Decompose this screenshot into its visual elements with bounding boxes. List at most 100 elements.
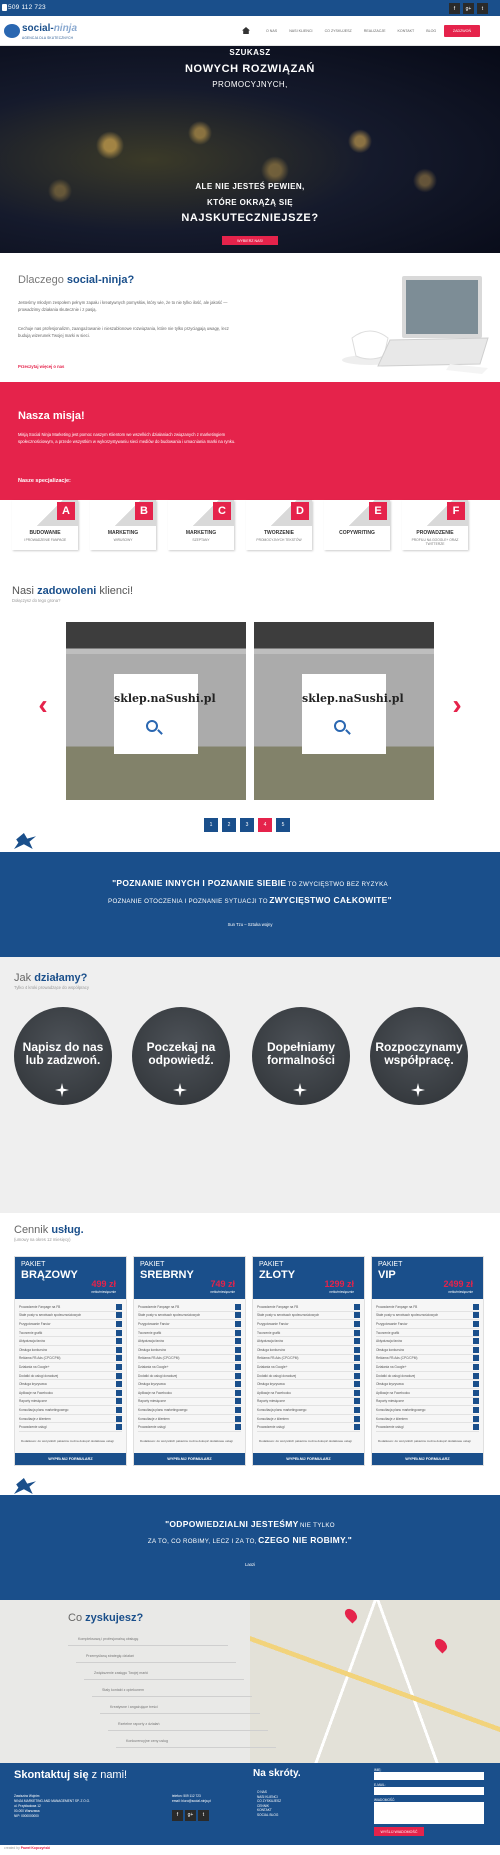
package-period: netto/miesięcznie <box>448 1290 473 1294</box>
check-icon <box>235 1424 241 1431</box>
magnifier-icon <box>146 720 158 732</box>
spec-card-f[interactable]: F PROWADZENIE PROFILU NA GOOGLE+ ORAZ TWIT… <box>402 500 468 550</box>
feature-row: Aplikacje na Facebooku <box>257 1389 360 1398</box>
feature-row: Przygotowanie Fanów <box>138 1320 241 1329</box>
spec-card-d[interactable]: D TWORZENIE PROMOCYJNYCH TEKSTÓW <box>246 500 312 550</box>
page-1[interactable]: 1 <box>204 818 218 832</box>
contact-form: IMIĘ: E-MAIL: WIADOMOŚĆ: <box>374 1768 484 1827</box>
page-3[interactable]: 3 <box>240 818 254 832</box>
send-message-button[interactable]: WYŚLIJ WIADOMOŚĆ <box>374 1827 424 1836</box>
shuriken-icon <box>55 1083 69 1097</box>
feature-row: Dodatki do usługi doradczej <box>376 1372 479 1381</box>
check-icon <box>235 1303 241 1310</box>
logo-text[interactable]: social-ninja <box>22 23 77 34</box>
spec-card-e[interactable]: E COPYWRITING <box>324 500 390 550</box>
benefits-title: Co zyskujesz? <box>68 1612 144 1624</box>
google-plus-icon[interactable]: g+ <box>463 3 474 14</box>
call-button[interactable]: ZADZWOŃ <box>444 25 480 37</box>
message-field[interactable] <box>374 1802 484 1824</box>
spec-card-a[interactable]: A BUDOWANIE I PROWADZENIE FANPAGE <box>12 500 78 550</box>
check-icon <box>235 1338 241 1345</box>
feature-row: Konsultacje z klientem <box>376 1415 479 1424</box>
nav-item-blog[interactable]: BLOG <box>426 29 436 33</box>
facebook-icon[interactable]: f <box>449 3 460 14</box>
home-icon[interactable] <box>242 27 250 34</box>
carousel-next-arrow[interactable]: › <box>448 689 466 720</box>
feature-row: Obsługa kryzysowa <box>257 1380 360 1389</box>
google-plus-icon[interactable]: g+ <box>185 1810 196 1821</box>
logo-icon[interactable] <box>4 24 20 38</box>
nav-item-clients[interactable]: NASI KLIENCI <box>289 29 312 33</box>
fill-form-button[interactable]: WYPEŁNIJ FORMULARZ <box>15 1453 126 1465</box>
client-logo: sklep.naSushi.pl <box>114 674 216 754</box>
nav-item-contact[interactable]: KONTAKT <box>398 29 415 33</box>
page-5[interactable]: 5 <box>276 818 290 832</box>
check-icon <box>354 1312 360 1319</box>
page-2[interactable]: 2 <box>222 818 236 832</box>
fill-form-button[interactable]: WYPEŁNIJ FORMULARZ <box>253 1453 364 1465</box>
twitter-icon[interactable]: t <box>477 3 488 14</box>
magnifier-icon <box>334 720 346 732</box>
check-icon <box>473 1424 479 1431</box>
ninja-icon <box>14 833 36 849</box>
name-field[interactable] <box>374 1772 484 1780</box>
social-links: f g+ t <box>449 3 488 14</box>
main-nav: social-ninja AGENCJA DLA SKUTECZNYCH O N… <box>0 16 500 46</box>
spec-card-c[interactable]: C MARKETING SZEPTANY <box>168 500 234 550</box>
laptop-image <box>342 276 489 374</box>
choose-us-button[interactable]: WYBIERZ NAS! <box>222 236 278 245</box>
facebook-icon[interactable]: f <box>172 1810 183 1821</box>
email-field[interactable] <box>374 1787 484 1795</box>
feature-row: Tworzenie grafik <box>19 1329 122 1338</box>
feature-row: Stałe posty w serwisach społecznościowyc… <box>257 1312 360 1321</box>
pricing-title: Cennik usług. <box>14 1224 84 1236</box>
benefit-divider <box>68 1645 228 1646</box>
package-label: PAKIET <box>378 1261 403 1268</box>
check-icon <box>116 1406 122 1413</box>
twitter-icon[interactable]: t <box>198 1810 209 1821</box>
feature-row: Konsultacja planu marketingowego <box>376 1406 479 1415</box>
feature-row: Przygotowanie Fanów <box>257 1320 360 1329</box>
check-icon <box>473 1312 479 1319</box>
shortcut-link[interactable]: SOCIAL BLOG <box>257 1813 281 1818</box>
client-slide[interactable]: sklep.naSushi.pl <box>66 622 246 800</box>
feature-row: Konsultacja planu marketingowego <box>257 1406 360 1415</box>
check-icon <box>116 1381 122 1388</box>
check-icon <box>354 1372 360 1379</box>
check-icon <box>116 1338 122 1345</box>
ninja-icon <box>14 1478 36 1494</box>
quote-line-2: ZA TO, CO ROBIMY, LECZ I ZA TO, CZEGO NI… <box>147 1535 353 1545</box>
nav-item-benefits[interactable]: CO ZYSKUJESZ <box>325 29 352 33</box>
package-price: 749 zł <box>210 1279 235 1289</box>
fill-form-button[interactable]: WYPEŁNIJ FORMULARZ <box>372 1453 483 1465</box>
logo-tagline: AGENCJA DLA SKUTECZNYCH <box>22 36 74 40</box>
check-icon <box>473 1303 479 1310</box>
check-icon <box>235 1329 241 1336</box>
pricing-card: PAKIET BRĄZOWY 499 zł netto/miesięcznie Prow… <box>14 1256 127 1466</box>
phone-number[interactable]: 509 112 723 <box>8 4 46 11</box>
check-icon <box>235 1363 241 1370</box>
feature-row: Aktywizacja fanów <box>19 1337 122 1346</box>
feature-row: Obsługa konkursów <box>257 1346 360 1355</box>
client-slide[interactable]: sklep.naSushi.pl <box>254 622 434 800</box>
carousel-prev-arrow[interactable]: ‹ <box>34 689 52 720</box>
carousel-pagination: 1 2 3 4 5 <box>204 818 290 832</box>
check-icon <box>116 1355 122 1362</box>
hero-line-3: PROMOCYJNYCH, <box>212 80 288 89</box>
benefit-item: Zwiększenie zasięgu Twojej marki <box>94 1671 149 1675</box>
page-4[interactable]: 4 <box>258 818 272 832</box>
quote-line-2: POZNANIE OTOCZENIA I POZNANIE SYTUACJI T… <box>108 895 392 905</box>
nav-item-projects[interactable]: REALIZACJE <box>364 29 386 33</box>
why-paragraph-1: Jesteśmy młodym zespołem pełnym zapału i… <box>18 300 228 312</box>
check-icon <box>354 1381 360 1388</box>
package-name: SREBRNY <box>140 1269 194 1281</box>
feature-row: Reklama FB Ads (CPC/CPM) <box>376 1355 479 1364</box>
location-map[interactable] <box>250 1600 500 1763</box>
step-circle-2: Poczekaj na odpowiedź. <box>132 1007 230 1105</box>
fill-form-button[interactable]: WYPEŁNIJ FORMULARZ <box>134 1453 245 1465</box>
spec-card-b[interactable]: B MARKETING WIRUSOWY <box>90 500 156 550</box>
nav-item-about[interactable]: O NAS <box>266 29 277 33</box>
feature-row: Dodatki do usługi doradczej <box>19 1372 122 1381</box>
read-more-link[interactable]: Przeczytaj więcej o nas <box>18 364 64 369</box>
feature-row: Konsultacje z klientem <box>19 1415 122 1424</box>
